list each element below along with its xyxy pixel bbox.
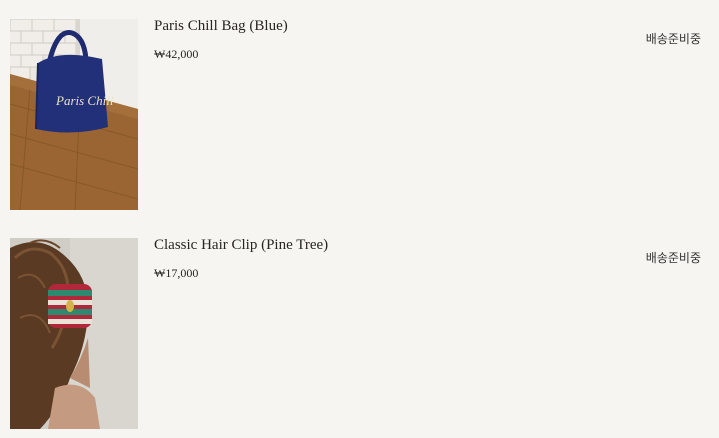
order-item: Paris Chill Paris Chill Bag (Blue) ₩42,0… <box>0 18 719 211</box>
bag-print-text: Paris Chill <box>55 93 114 108</box>
product-name[interactable]: Classic Hair Clip (Pine Tree) <box>154 234 328 256</box>
order-status: 배송준비중 <box>645 251 701 265</box>
product-price: ₩17,000 <box>154 266 199 280</box>
order-status: 배송준비중 <box>645 32 701 46</box>
product-info: Classic Hair Clip (Pine Tree) ₩17,000 <box>154 234 328 280</box>
product-name[interactable]: Paris Chill Bag (Blue) <box>154 15 288 37</box>
product-thumbnail-hair-clip[interactable] <box>10 238 138 429</box>
product-info: Paris Chill Bag (Blue) ₩42,000 <box>154 15 288 61</box>
order-item: Classic Hair Clip (Pine Tree) ₩17,000 배송… <box>0 237 719 430</box>
product-price: ₩42,000 <box>154 47 199 61</box>
product-thumbnail-bag[interactable]: Paris Chill <box>10 19 138 210</box>
